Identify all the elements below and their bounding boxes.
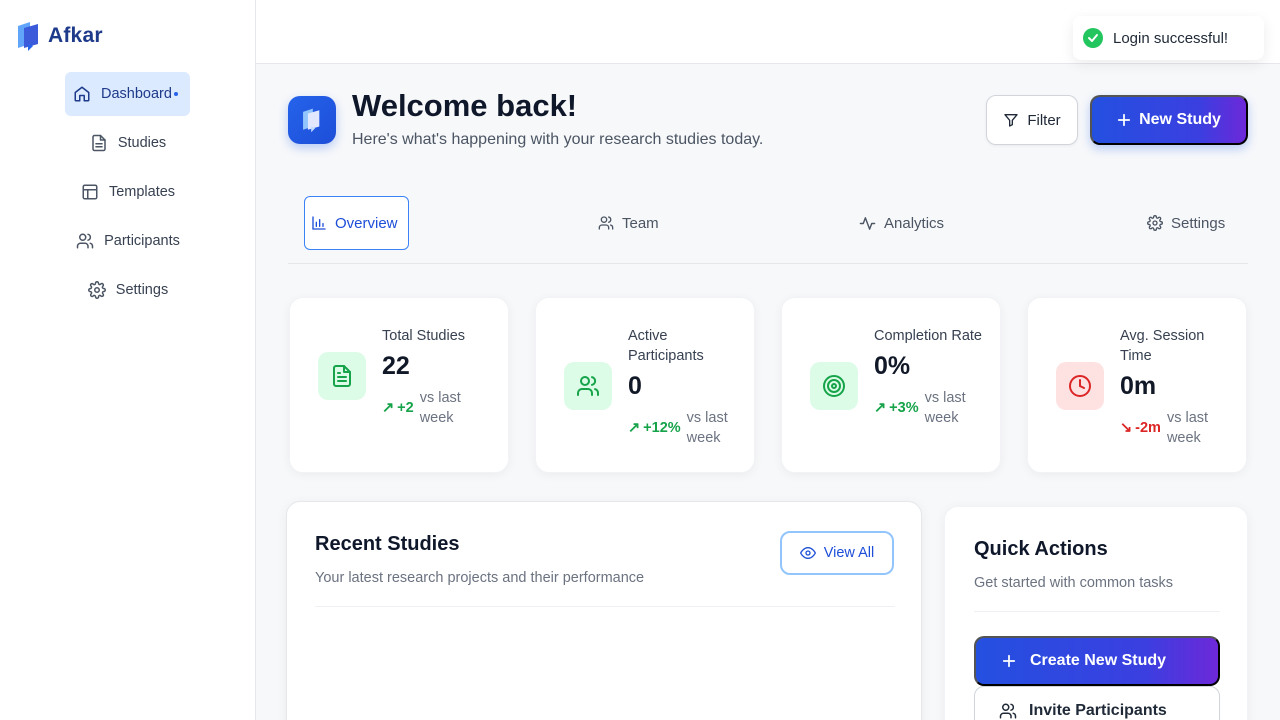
bar-chart-icon: [311, 215, 327, 231]
stat-value: 22: [382, 352, 410, 380]
brand-name: Afkar: [48, 24, 103, 47]
tab-analytics[interactable]: Analytics: [859, 196, 944, 250]
quick-actions-card: Quick Actions Get started with common ta…: [944, 506, 1248, 720]
sidebar-item-settings[interactable]: Settings: [0, 268, 256, 312]
plus-icon: [1117, 113, 1131, 127]
new-study-button[interactable]: New Study: [1090, 95, 1248, 145]
toast-message: Login successful!: [1113, 29, 1229, 47]
recent-studies-title: Recent Studies: [315, 533, 460, 555]
stat-card-total-studies: Total Studies 22 ↗ +2 vs last week: [289, 297, 509, 473]
login-toast[interactable]: Login successful!: [1073, 16, 1264, 60]
invite-participants-label: Invite Participants: [1029, 702, 1167, 719]
users-icon: [999, 702, 1017, 720]
stat-change: ↗ +2 vs last week: [382, 388, 492, 428]
stat-value: 0: [628, 372, 642, 400]
tab-overview[interactable]: Overview: [304, 196, 409, 250]
stat-card-active-participants: Active Participants 0 ↗ +12% vs last week: [535, 297, 755, 473]
sidebar-nav: Dashboard Studies Templates Participants: [0, 72, 256, 317]
sidebar: Afkar Dashboard Studies Templates Partic…: [0, 0, 256, 720]
stat-label: Active Participants: [628, 328, 704, 364]
home-icon: [73, 85, 91, 103]
tab-label: Analytics: [884, 214, 945, 232]
document-icon: [90, 134, 108, 152]
check-circle-icon: [1083, 28, 1103, 48]
arrow-up-right-icon: ↗: [874, 400, 887, 416]
divider: [974, 611, 1220, 612]
stat-value: 0%: [874, 352, 911, 380]
quick-actions-title: Quick Actions: [974, 538, 1108, 560]
sidebar-item-label: Studies: [117, 135, 167, 151]
invite-participants-button[interactable]: Invite Participants: [974, 686, 1220, 720]
users-icon: [76, 232, 94, 250]
create-new-study-label: Create New Study: [1030, 652, 1167, 669]
stat-vs-label: vs last week: [924, 390, 966, 426]
page-title: Welcome back!: [352, 88, 578, 123]
stat-label: Total Studies: [382, 328, 466, 344]
tab-settings[interactable]: Settings: [1147, 196, 1225, 250]
tab-team[interactable]: Team: [598, 196, 659, 250]
users-icon: [598, 215, 614, 231]
stat-change: ↗ +3% vs last week: [874, 388, 984, 428]
plus-icon: [1002, 654, 1016, 668]
stat-delta: -2m: [1135, 420, 1161, 436]
stat-change: ↘ -2m vs last week: [1120, 408, 1230, 448]
document-icon: [318, 352, 366, 400]
sidebar-item-dashboard[interactable]: Dashboard: [65, 72, 190, 116]
stat-vs-label: vs last week: [1166, 410, 1209, 446]
layout-icon: [81, 183, 99, 201]
stat-delta: +2: [397, 400, 414, 416]
filter-button[interactable]: Filter: [986, 95, 1078, 145]
sidebar-item-label: Templates: [108, 184, 176, 200]
stat-card-completion-rate: Completion Rate 0% ↗ +3% vs last week: [781, 297, 1001, 473]
arrow-down-right-icon: ↘: [1120, 420, 1133, 436]
page-subtitle: Here's what's happening with your resear…: [352, 131, 764, 148]
stat-value: 0m: [1120, 372, 1157, 400]
sidebar-item-label: Dashboard: [101, 86, 172, 102]
recent-studies-card: Recent Studies Your latest research proj…: [286, 501, 922, 720]
tab-label: Overview: [335, 214, 398, 232]
filter-label: Filter: [1027, 111, 1061, 129]
dashboard-tabs: Overview Team Analytics Settings: [288, 196, 1248, 264]
view-all-label: View All: [823, 545, 875, 561]
new-study-label: New Study: [1139, 111, 1221, 128]
arrow-up-right-icon: ↗: [628, 420, 641, 436]
stat-delta: +3%: [889, 400, 919, 416]
activity-icon: [859, 215, 876, 232]
divider: [315, 606, 895, 607]
sidebar-item-studies[interactable]: Studies: [0, 121, 256, 165]
stat-vs-label: vs last week: [419, 390, 461, 426]
stat-vs-label: vs last week: [686, 410, 728, 446]
tab-label: Settings: [1171, 214, 1226, 232]
sidebar-item-label: Settings: [115, 282, 169, 298]
brand-logo[interactable]: Afkar: [16, 20, 103, 52]
gear-icon: [1147, 215, 1163, 231]
users-icon: [564, 362, 612, 410]
sidebar-item-label: Participants: [104, 233, 180, 249]
afkar-logo-icon: [16, 20, 42, 52]
sidebar-item-templates[interactable]: Templates: [0, 170, 256, 214]
quick-actions-subtitle: Get started with common tasks: [974, 575, 1174, 591]
stat-delta: +12%: [643, 420, 681, 436]
active-indicator: [173, 92, 178, 96]
clock-icon: [1056, 362, 1104, 410]
gear-icon: [87, 281, 106, 299]
create-new-study-button[interactable]: Create New Study: [974, 636, 1220, 686]
stat-label: Avg. Session Time: [1120, 328, 1205, 364]
eye-icon: [799, 545, 816, 561]
welcome-logo-icon: [288, 96, 336, 144]
filter-icon: [1003, 112, 1019, 128]
sidebar-item-participants[interactable]: Participants: [0, 219, 256, 263]
view-all-button[interactable]: View All: [780, 531, 894, 575]
target-icon: [810, 362, 858, 410]
tab-label: Team: [622, 214, 659, 232]
recent-studies-subtitle: Your latest research projects and their …: [315, 570, 645, 586]
stat-change: ↗ +12% vs last week: [628, 408, 738, 448]
arrow-up-right-icon: ↗: [382, 400, 395, 416]
stat-card-avg-session-time: Avg. Session Time 0m ↘ -2m vs last week: [1027, 297, 1247, 473]
stat-label: Completion Rate: [874, 328, 982, 344]
